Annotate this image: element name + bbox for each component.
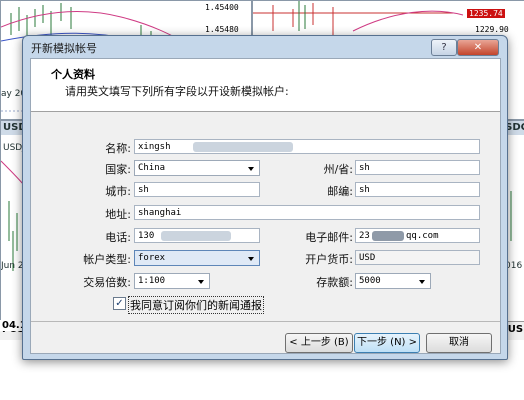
email-value-prefix: 23 (359, 231, 370, 241)
phone-label: 电话: (105, 231, 131, 244)
leverage-label: 交易倍数: (83, 276, 131, 289)
chevron-down-icon (419, 280, 425, 284)
cancel-button[interactable]: 取消 (426, 333, 492, 353)
redacted-text (193, 142, 293, 152)
dialog-title: 开新模拟帐号 (31, 42, 97, 55)
back-button[interactable]: < 上一步 (B) (285, 333, 353, 353)
redacted-text (161, 231, 231, 241)
chevron-down-icon (198, 280, 204, 284)
currency-field[interactable]: USD (355, 250, 480, 265)
city-label: 城市: (105, 185, 131, 198)
deposit-select[interactable]: 5000 (355, 273, 431, 289)
price-label: 1.45480 (205, 25, 239, 34)
price-label: 1229.90 (475, 25, 509, 34)
address-label: 地址: (105, 208, 131, 221)
email-label: 电子邮件: (305, 231, 353, 244)
open-demo-account-dialog: 开新模拟帐号 ? ✕ 个人资料 请用英文填写下列所有字段以开设新模拟帐户: 名称… (22, 35, 508, 360)
zip-field[interactable]: sh (355, 182, 480, 197)
state-field[interactable]: sh (355, 160, 480, 175)
wizard-header: 个人资料 请用英文填写下列所有字段以开设新模拟帐户: (31, 59, 500, 112)
section-subtitle: 请用英文填写下列所有字段以开设新模拟帐户: (65, 85, 289, 98)
newsletter-label[interactable]: 我同意订阅你们的新闻通报 (128, 296, 264, 314)
dialog-titlebar[interactable]: 开新模拟帐号 ? ✕ (23, 36, 507, 58)
chevron-down-icon (248, 167, 254, 171)
account-type-select[interactable]: forex (134, 250, 260, 266)
city-field[interactable]: sh (134, 182, 260, 197)
state-label: 州/省: (323, 163, 353, 176)
name-value: xingsh (138, 142, 171, 152)
leverage-select[interactable]: 1:100 (134, 273, 210, 289)
phone-value: 130 (138, 231, 155, 241)
divider (31, 321, 500, 322)
price-label: 1.45400 (205, 3, 239, 12)
help-button[interactable]: ? (431, 39, 457, 56)
country-value: China (138, 163, 166, 173)
section-title: 个人资料 (51, 68, 95, 81)
account-type-label: 帐户类型: (83, 253, 131, 266)
zip-label: 邮编: (327, 185, 353, 198)
dialog-content: 个人资料 请用英文填写下列所有字段以开设新模拟帐户: 名称: xingsh 国家… (30, 58, 501, 354)
country-label: 国家: (105, 163, 131, 176)
deposit-value: 5000 (359, 276, 381, 286)
close-button[interactable]: ✕ (457, 39, 499, 56)
newsletter-checkbox[interactable]: ✓ (113, 297, 126, 310)
deposit-label: 存款额: (316, 276, 353, 289)
name-label: 名称: (105, 142, 131, 155)
current-price-tag: 1235.74 (467, 9, 505, 18)
name-field[interactable]: xingsh (134, 139, 480, 154)
account-type-value: forex (138, 253, 166, 263)
leverage-value: 1:100 (138, 276, 166, 286)
country-select[interactable]: China (134, 160, 260, 176)
redacted-text (372, 231, 404, 241)
currency-label: 开户货币: (305, 253, 353, 266)
email-field[interactable]: 23 qq.com (355, 228, 480, 243)
next-button[interactable]: 下一步 (N) > (354, 333, 420, 353)
phone-field[interactable]: 130 (134, 228, 260, 243)
address-field[interactable]: shanghai (134, 205, 480, 220)
email-value-suffix: qq.com (406, 231, 439, 241)
chevron-down-icon (248, 257, 254, 261)
